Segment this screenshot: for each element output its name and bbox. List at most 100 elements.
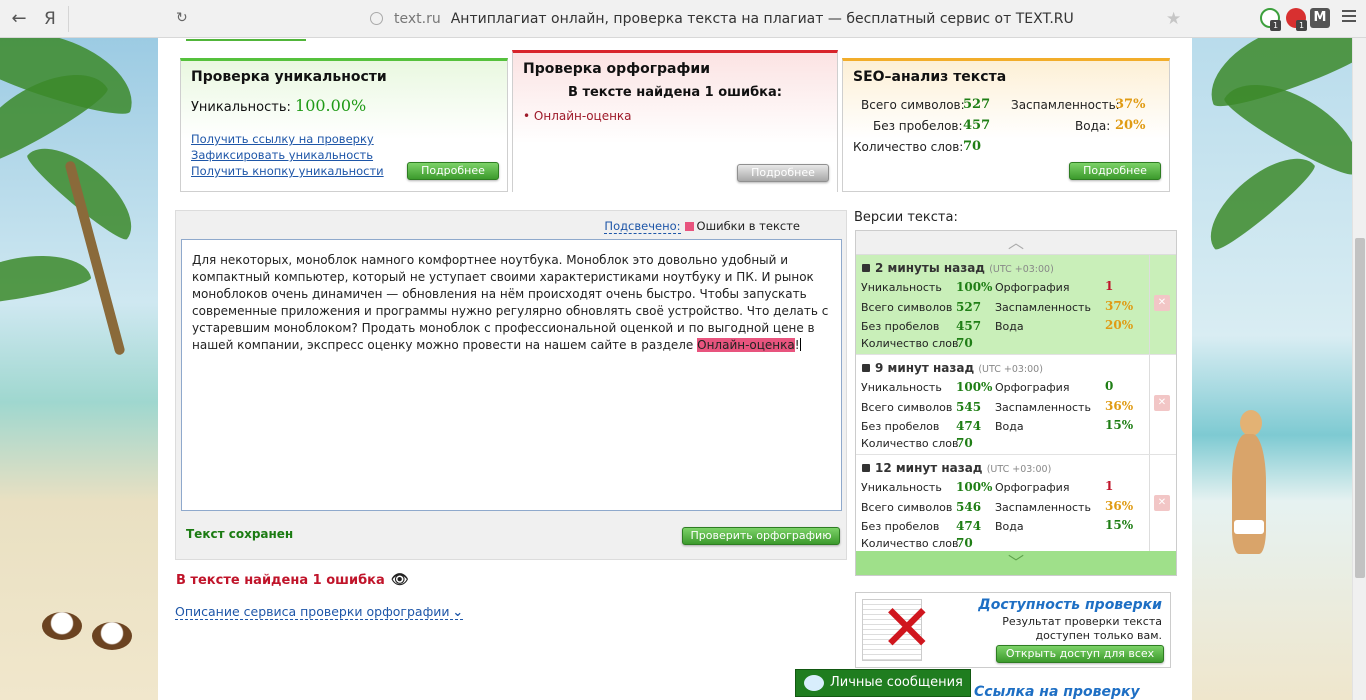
header-stub — [186, 38, 306, 41]
access-title: Доступность проверки — [978, 597, 1162, 613]
delete-version-icon[interactable]: ✕ — [1154, 295, 1170, 311]
seo-panel[interactable]: SEO–анализ текста Всего символов: 527 Бе… — [842, 58, 1170, 192]
version-water-value: 20% — [1105, 318, 1134, 332]
version-spell-value: 1 — [1105, 479, 1114, 493]
address-bar[interactable]: text.ru Антиплагиат онлайн, проверка текс… — [394, 11, 1074, 27]
scrollbar-thumb[interactable] — [1355, 238, 1365, 578]
bookmark-star-icon[interactable]: ★ — [1166, 9, 1181, 29]
version-nospace-value: 474 — [956, 419, 982, 433]
version-item[interactable]: 9 минут назад (UTC +03:00) Уникальность … — [856, 355, 1176, 455]
version-water-label: Вода — [995, 420, 1024, 433]
service-description-link[interactable]: Описание сервиса проверки орфографии ⌄ — [175, 604, 464, 620]
version-spell-value: 1 — [1105, 279, 1114, 293]
uniqueness-panel[interactable]: Проверка уникальности Уникальность: 100.… — [180, 58, 508, 192]
version-divider — [1149, 355, 1150, 454]
version-uniq-label: Уникальность — [861, 381, 942, 394]
version-item[interactable]: 12 минут назад (UTC +03:00) Уникальность… — [856, 455, 1176, 555]
version-words-label: Количество слов — [861, 537, 959, 550]
text-caret — [799, 338, 801, 351]
version-spam-value: 36% — [1105, 399, 1134, 413]
version-words-label: Количество слов — [861, 437, 959, 450]
version-tz: (UTC +03:00) — [989, 264, 1054, 275]
page-title: Антиплагиат онлайн, проверка текста на п… — [450, 11, 1074, 27]
versions-panel: ︿ 2 минуты назад (UTC +03:00) Уникальнос… — [855, 230, 1177, 576]
highlight-legend-text: Ошибки в тексте — [696, 219, 800, 233]
messages-bar[interactable]: Личные сообщения — [795, 669, 971, 697]
yandex-logo[interactable]: Я — [44, 9, 56, 29]
versions-scroll-down-icon[interactable]: ﹀ — [856, 551, 1176, 575]
version-spam-label: Заспамленность — [995, 501, 1091, 514]
access-text: Результат проверки текста доступен тольк… — [1002, 615, 1162, 642]
beach-girl-image — [1210, 410, 1280, 580]
version-item[interactable]: 2 минуты назад (UTC +03:00) Уникальность… — [856, 255, 1176, 355]
page-scrollbar[interactable] — [1352, 38, 1366, 700]
version-head: 12 минут назад (UTC +03:00) — [862, 461, 1051, 475]
spelling-error-word: Онлайн-оценка — [533, 109, 632, 123]
seo-more-button[interactable]: Подробнее — [1069, 162, 1161, 180]
editor-panel: Подсвечено: Ошибки в тексте Для некоторых… — [175, 210, 847, 560]
version-spell-label: Орфография — [995, 281, 1070, 294]
text-input[interactable]: Для некоторых, моноблок намного комфортн… — [181, 239, 842, 511]
version-words-label: Количество слов — [861, 337, 959, 350]
delete-version-icon[interactable]: ✕ — [1154, 495, 1170, 511]
fix-uniqueness-link[interactable]: Зафиксировать уникальность — [191, 147, 384, 163]
versions-scroll-up-icon[interactable]: ︿ — [856, 231, 1176, 255]
check-spelling-button[interactable]: Проверить орфографию — [682, 527, 840, 545]
version-spam-label: Заспамленность — [995, 301, 1091, 314]
version-spam-value: 37% — [1105, 299, 1134, 313]
uniqueness-more-button[interactable]: Подробнее — [407, 162, 499, 180]
eye-icon[interactable]: 👁 — [391, 572, 409, 588]
version-water-value: 15% — [1105, 518, 1134, 532]
menu-icon[interactable] — [1342, 10, 1356, 25]
background-left-beach — [0, 38, 158, 700]
seo-words-value: 70 — [963, 139, 982, 154]
version-nospace-value: 457 — [956, 319, 982, 333]
lock-icon — [862, 264, 870, 272]
seo-chars-label: Всего символов: — [861, 98, 965, 112]
uniqueness-line: Уникальность: 100.00% — [191, 96, 366, 115]
lock-icon — [862, 364, 870, 372]
get-check-link[interactable]: Получить ссылку на проверку — [191, 131, 384, 147]
error-highlight[interactable]: Онлайн-оценка — [697, 338, 795, 352]
seo-nospace-label: Без пробелов: — [873, 119, 963, 133]
version-spam-label: Заспамленность — [995, 401, 1091, 414]
highlight-link[interactable]: Подсвечено: — [604, 219, 681, 234]
spelling-error-item[interactable]: • Онлайн-оценка — [523, 109, 632, 123]
spelling-more-button[interactable]: Подробнее — [737, 164, 829, 182]
version-head: 2 минуты назад (UTC +03:00) — [862, 261, 1054, 275]
address-host: text.ru — [394, 11, 441, 27]
seo-water-label: Вода: — [1075, 119, 1111, 133]
version-spell-label: Орфография — [995, 481, 1070, 494]
open-access-button[interactable]: Открыть доступ для всех — [996, 645, 1164, 663]
version-head: 9 минут назад (UTC +03:00) — [862, 361, 1043, 375]
highlight-legend: Подсвечено: Ошибки в тексте — [604, 219, 800, 234]
check-link-title: Ссылка на проверку — [974, 684, 1140, 700]
version-time: 2 минуты назад — [875, 261, 985, 275]
seo-spam-value: 37% — [1115, 97, 1146, 112]
extension-badge: 1 — [1270, 20, 1281, 31]
get-uniqueness-button-link[interactable]: Получить кнопку уникальности — [191, 163, 384, 179]
version-tz: (UTC +03:00) — [986, 464, 1052, 475]
uniqueness-links: Получить ссылку на проверку Зафиксироват… — [191, 131, 384, 179]
uniqueness-label: Уникальность: — [191, 100, 291, 115]
version-words-value: 70 — [956, 536, 973, 550]
lock-icon — [862, 464, 870, 472]
version-uniq-label: Уникальность — [861, 481, 942, 494]
version-water-label: Вода — [995, 520, 1024, 533]
version-uniq-label: Уникальность — [861, 281, 942, 294]
version-time: 9 минут назад — [875, 361, 975, 375]
version-water-value: 15% — [1105, 418, 1134, 432]
version-nospace-label: Без пробелов — [861, 420, 940, 433]
delete-version-icon[interactable]: ✕ — [1154, 395, 1170, 411]
version-spell-value: 0 — [1105, 379, 1114, 393]
extension-m-icon[interactable]: M — [1310, 8, 1330, 28]
version-uniq-value: 100% — [956, 480, 993, 494]
spelling-panel[interactable]: Проверка орфографии В тексте найдена 1 о… — [512, 50, 838, 192]
chat-bubble-icon — [804, 675, 824, 691]
version-chars-label: Всего символов — [861, 401, 953, 414]
reload-icon[interactable]: ↻ — [176, 10, 188, 26]
service-description-text: Описание сервиса проверки орфографии — [175, 604, 450, 619]
back-arrow-icon[interactable]: ← — [10, 8, 28, 29]
messages-label: Личные сообщения — [830, 675, 963, 690]
background-right-beach — [1192, 38, 1352, 700]
